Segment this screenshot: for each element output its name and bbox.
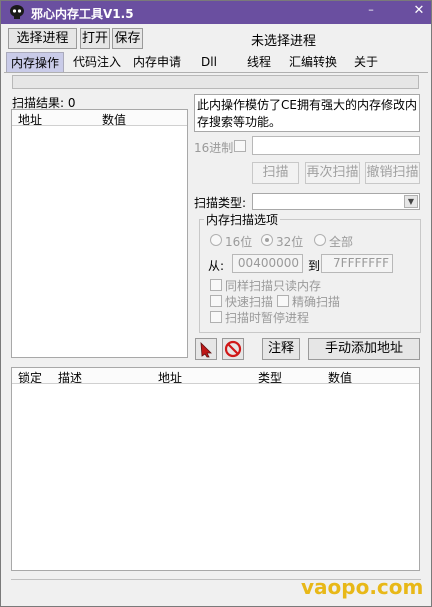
column-lock[interactable]: 锁定 (18, 369, 42, 386)
scan-readonly-checkbox[interactable] (210, 279, 222, 291)
radio-all-label: 全部 (329, 235, 354, 249)
column-value[interactable]: 数值 (328, 369, 352, 386)
fast-scan-label: 快速扫描 (225, 295, 274, 309)
open-button[interactable]: 打开 (80, 28, 110, 49)
tab-code-inject[interactable]: 代码注入 (69, 52, 125, 72)
tab-asm-convert[interactable]: 汇编转换 (285, 52, 341, 72)
scan-value-input[interactable] (252, 136, 420, 155)
no-entry-icon (224, 340, 242, 358)
from-address-input[interactable]: 00400000 (232, 254, 303, 273)
precise-scan-checkbox[interactable] (277, 295, 289, 307)
tab-threads[interactable]: 线程 (243, 52, 275, 72)
tab-memory-ops[interactable]: 内存操作 (6, 52, 65, 72)
tab-dll[interactable]: Dll (197, 52, 221, 72)
hex-checkbox[interactable] (234, 140, 246, 152)
address-table[interactable]: 锁定 描述 地址 类型 数值 (11, 367, 420, 571)
column-address[interactable]: 地址 (158, 369, 182, 386)
window-title: 邪心内存工具V1.5 (31, 7, 134, 21)
process-status: 未选择进程 (251, 34, 317, 49)
save-button[interactable]: 保存 (112, 28, 143, 49)
scan-result-header: 地址 数值 (12, 110, 187, 128)
minimize-button[interactable]: – (363, 3, 379, 19)
feature-description: 此内操作模仿了CE拥有强大的内存修改内存搜索等功能。 (194, 94, 420, 132)
tab-bar: 内存操作 代码注入 内存申请 Dll 线程 汇编转换 关于 (4, 52, 428, 72)
add-address-manually-button[interactable]: 手动添加地址 (308, 338, 420, 360)
radio-32bit[interactable] (261, 234, 273, 246)
scan-button[interactable]: 扫描 (252, 162, 299, 184)
column-type[interactable]: 类型 (258, 369, 282, 386)
precise-scan-label: 精确扫描 (292, 295, 341, 309)
radio-all[interactable] (314, 234, 326, 246)
fast-scan-checkbox[interactable] (210, 295, 222, 307)
scan-readonly-label: 同样扫描只读内存 (225, 279, 322, 293)
tab-divider (4, 72, 428, 73)
tab-memory-alloc[interactable]: 内存申请 (129, 52, 185, 72)
to-address-input[interactable]: 7FFFFFFF (321, 254, 393, 273)
scan-type-select[interactable]: ▼ (252, 193, 420, 210)
column-address[interactable]: 地址 (18, 111, 42, 128)
radio-32bit-label: 32位 (276, 235, 304, 249)
scan-result-list[interactable]: 地址 数值 (11, 109, 188, 358)
arrow-pointer-icon (200, 341, 212, 358)
close-button[interactable]: ✕ (411, 3, 427, 19)
rescan-button[interactable]: 再次扫描 (305, 162, 360, 184)
column-value[interactable]: 数值 (102, 111, 126, 128)
add-to-list-button[interactable] (195, 338, 217, 360)
column-description[interactable]: 描述 (58, 369, 82, 386)
scan-progress-bar (12, 75, 419, 89)
address-table-header: 锁定 描述 地址 类型 数值 (12, 368, 419, 386)
to-label: 到 (308, 259, 321, 273)
chevron-down-icon[interactable]: ▼ (404, 195, 418, 208)
from-label: 从: (208, 259, 225, 273)
clear-list-button[interactable] (222, 338, 244, 360)
main-window: 邪心内存工具V1.5 – ✕ 选择进程 打开 保存 未选择进程 内存操作 代码注… (0, 0, 432, 607)
scan-type-label: 扫描类型: (194, 196, 247, 210)
skull-icon (9, 5, 25, 20)
pause-on-scan-checkbox[interactable] (210, 311, 222, 323)
radio-16bit-label: 16位 (225, 235, 253, 249)
title-bar[interactable]: 邪心内存工具V1.5 – ✕ (1, 1, 431, 24)
undo-scan-button[interactable]: 撤销扫描 (365, 162, 420, 184)
watermark: vaopo.com (301, 575, 424, 599)
select-process-button[interactable]: 选择进程 (8, 28, 77, 49)
hex-label: 16进制 (194, 141, 234, 155)
tab-about[interactable]: 关于 (350, 52, 382, 72)
pause-on-scan-label: 扫描时暂停进程 (225, 311, 310, 325)
comment-button[interactable]: 注释 (262, 338, 300, 360)
radio-16bit[interactable] (210, 234, 222, 246)
scan-options-title: 内存扫描选项 (204, 211, 281, 228)
